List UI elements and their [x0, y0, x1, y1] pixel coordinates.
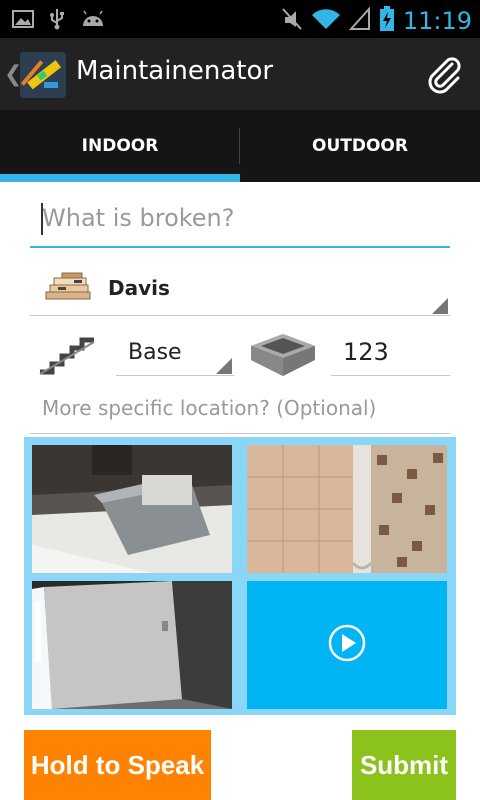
- play-icon[interactable]: [327, 623, 367, 667]
- room-value: 123: [343, 338, 389, 366]
- action-bar: ❮ Maintainenator: [0, 38, 480, 110]
- hold-to-speak-label: Hold to Speak: [30, 749, 205, 780]
- media-grid: [24, 437, 456, 715]
- status-bar: 11:19: [0, 0, 480, 38]
- wifi-icon: [311, 7, 341, 35]
- room-box-icon: [247, 324, 319, 384]
- text-cursor: [41, 203, 43, 235]
- photo-thumbnail-3[interactable]: [32, 581, 232, 709]
- submit-button[interactable]: Submit: [352, 730, 456, 800]
- tab-divider: [239, 128, 240, 164]
- what-is-broken-input[interactable]: What is broken?: [30, 196, 450, 248]
- building-dropdown-indicator: [432, 298, 448, 314]
- hold-to-speak-button[interactable]: Hold to Speak: [24, 730, 211, 800]
- photo-thumbnail-1[interactable]: [32, 445, 232, 573]
- app-title: Maintainenator: [76, 56, 274, 86]
- android-icon: [80, 8, 106, 34]
- building-spinner[interactable]: Davis: [30, 262, 450, 316]
- building-value: Davis: [108, 276, 170, 300]
- battery-charging-icon: [379, 6, 395, 36]
- picture-icon: [12, 8, 34, 34]
- building-stack-icon: [44, 272, 94, 306]
- tab-indoor-label: INDOOR: [81, 136, 159, 156]
- what-is-broken-placeholder: What is broken?: [42, 204, 235, 232]
- specific-location-input[interactable]: More specific location? (Optional): [30, 394, 450, 434]
- video-thumbnail[interactable]: [247, 581, 447, 709]
- stairs-icon: [38, 334, 96, 380]
- tab-outdoor[interactable]: OUTDOOR: [240, 110, 480, 182]
- photo-thumbnail-2[interactable]: [247, 445, 447, 573]
- usb-icon: [48, 8, 66, 34]
- status-clock: 11:19: [402, 7, 472, 35]
- tab-bar: INDOOR OUTDOOR: [0, 110, 480, 182]
- floor-spinner[interactable]: Base: [116, 330, 234, 376]
- tab-outdoor-label: OUTDOOR: [312, 136, 408, 156]
- room-number-input[interactable]: 123: [331, 330, 450, 376]
- floor-dropdown-indicator: [216, 358, 232, 374]
- mute-icon: [281, 7, 303, 35]
- floor-value: Base: [128, 340, 182, 365]
- app-icon[interactable]: [20, 52, 66, 98]
- app-screen: 11:19 ❮ Maintainenator INDOOR OUTDOOR Wh…: [0, 0, 480, 800]
- submit-label: Submit: [359, 749, 449, 780]
- tab-indoor[interactable]: INDOOR: [0, 110, 240, 182]
- paperclip-icon[interactable]: [424, 54, 464, 94]
- signal-icon: [348, 6, 371, 35]
- specific-location-placeholder: More specific location? (Optional): [42, 396, 377, 420]
